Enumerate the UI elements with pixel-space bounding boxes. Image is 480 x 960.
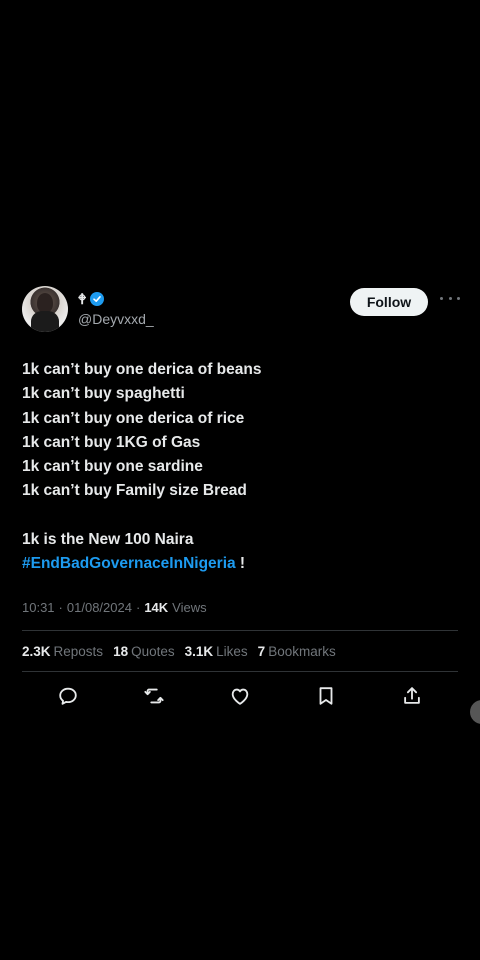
bookmark-icon[interactable] (314, 684, 338, 708)
tweet-line: 1k can’t buy one derica of rice (22, 409, 245, 427)
author-handle[interactable]: @Deyvxxd_ (78, 311, 154, 327)
share-icon[interactable] (400, 684, 424, 708)
tweet-text: 1k can’t buy one derica of beans 1k can’… (22, 358, 458, 576)
tweet-card: 🕈 @Deyvxxd_ Follow 1k can’t buy one deri… (22, 284, 460, 720)
like-icon[interactable] (228, 684, 252, 708)
tweet-meta: 10:31 · 01/08/2024 · 14K Views (22, 598, 458, 616)
avatar[interactable] (22, 286, 68, 332)
tweet-header: 🕈 @Deyvxxd_ Follow (22, 284, 460, 334)
engagement-stats: 2.3K Reposts 18 Quotes 3.1K Likes 7 Bookmark… (22, 631, 458, 671)
meta-separator: · (135, 599, 141, 615)
edge-handle (470, 700, 480, 724)
tweet-date[interactable]: 01/08/2024 (67, 600, 132, 615)
ellipsis-icon[interactable] (440, 290, 460, 306)
bookmarks-stat[interactable]: 7 Bookmarks (258, 644, 336, 659)
verified-badge-icon (90, 292, 105, 306)
repost-icon[interactable] (142, 684, 166, 708)
avatar-face (37, 293, 53, 313)
likes-stat[interactable]: 3.1K Likes (185, 644, 248, 659)
hashtag-link[interactable]: #EndBadGovernaceInNigeria (22, 555, 236, 572)
hashtag-line: #EndBadGovernaceInNigeria ! (22, 552, 458, 576)
follow-button[interactable]: Follow (350, 288, 428, 316)
tweet-line: 1k can’t buy one sardine (22, 458, 203, 476)
avatar-body (31, 311, 59, 332)
tweet-line: 1k can’t buy spaghetti (22, 385, 185, 403)
closing-line: 1k is the New 100 Naira (22, 530, 194, 548)
quotes-stat[interactable]: 18 Quotes (113, 644, 175, 659)
meta-separator: · (58, 599, 63, 615)
views-label: Views (172, 599, 207, 615)
tweet-line: 1k can’t buy 1KG of Gas (22, 433, 201, 451)
views-count: 14K (144, 599, 169, 615)
tweet-time[interactable]: 10:31 (22, 600, 55, 615)
action-bar (22, 672, 458, 720)
tweet-line: 1k can’t buy Family size Bread (22, 482, 247, 500)
hashtag-suffix: ! (235, 555, 246, 573)
reposts-stat[interactable]: 2.3K Reposts (22, 644, 103, 659)
display-name[interactable]: 🕈 (78, 291, 86, 308)
tweet-line: 1k can’t buy one derica of beans (22, 361, 262, 378)
name-row: 🕈 (78, 290, 105, 308)
reply-icon[interactable] (56, 684, 80, 708)
